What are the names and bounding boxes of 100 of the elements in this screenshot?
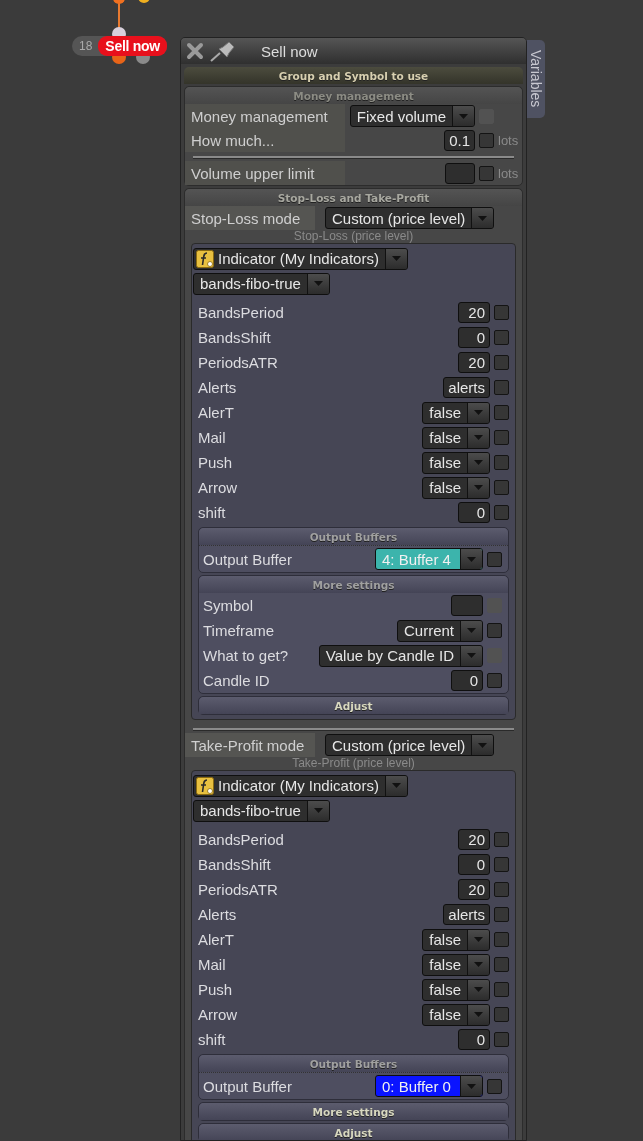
indicator-dropdown[interactable]: Indicator (My Indicators) [193, 247, 408, 270]
checkbox[interactable] [487, 551, 502, 567]
close-icon[interactable] [185, 41, 205, 61]
dropdown[interactable]: false [422, 1003, 490, 1026]
group-header[interactable]: Adjust [199, 697, 508, 714]
dropdown[interactable]: false [422, 978, 490, 1001]
parameter-label: PeriodsATR [198, 881, 278, 898]
dropdown-arrow-icon [313, 281, 323, 286]
input-field[interactable]: 0 [458, 854, 490, 875]
checkbox[interactable] [494, 355, 509, 370]
pin-icon[interactable] [209, 39, 237, 63]
parameter-label: Alerts [198, 379, 237, 396]
dropdown[interactable]: bands-fibo-true [193, 799, 330, 822]
checkbox[interactable] [494, 882, 509, 897]
checkbox[interactable] [494, 480, 509, 495]
dropdown[interactable]: bands-fibo-true [193, 272, 330, 295]
group-header[interactable]: Group and Symbol to use [184, 67, 523, 84]
field-label: How much... [185, 128, 345, 152]
variables-tab[interactable]: Variables [526, 40, 545, 118]
buffer-dropdown[interactable]: 0: Buffer 0 [375, 1075, 483, 1097]
parameter-label: Mail [198, 956, 226, 973]
input-field[interactable]: 20 [458, 302, 490, 323]
dropdown[interactable]: false [422, 953, 490, 976]
dropdown[interactable]: false [422, 426, 490, 449]
dropdown-arrow-icon [474, 987, 483, 992]
input-field[interactable]: 0 [458, 1029, 490, 1050]
checkbox[interactable] [494, 932, 509, 947]
input-field[interactable]: 0 [458, 327, 490, 348]
parameter-label: Alerts [198, 906, 237, 923]
dropdown-arrow-icon [467, 653, 476, 658]
dropdown-arrow-icon [459, 113, 468, 119]
dropdown-arrow-icon [467, 556, 476, 562]
dropdown-arrow-icon [474, 962, 483, 967]
section-caption: Stop-Loss (price level) [292, 230, 415, 243]
checkbox[interactable] [494, 1032, 509, 1047]
input-field[interactable]: 0.1 [444, 129, 475, 151]
field-label: Money management [185, 104, 345, 128]
dropdown[interactable]: false [422, 928, 490, 951]
input-field[interactable]: alerts [443, 377, 490, 398]
dropdown[interactable]: Custom (price level) [325, 734, 495, 756]
checkbox[interactable] [479, 132, 494, 148]
input-field[interactable] [445, 162, 475, 184]
dropdown-arrow-icon [474, 435, 483, 440]
window-title: Sell now [261, 42, 318, 60]
input-field[interactable]: 0 [451, 670, 483, 691]
checkbox[interactable] [487, 1078, 502, 1094]
input-field[interactable] [451, 595, 483, 616]
parameter-label: BandsShift [198, 856, 271, 873]
dropdown[interactable]: false [422, 476, 490, 499]
dropdown[interactable]: Value by Candle ID [318, 644, 483, 667]
section-header[interactable]: Stop-Loss and Take-Profit [185, 189, 522, 206]
checkbox[interactable] [494, 1007, 509, 1022]
dropdown[interactable]: Current [396, 619, 483, 642]
parameter-label: What to get? [203, 647, 289, 664]
parameter-label: PeriodsATR [198, 354, 278, 371]
checkbox[interactable] [494, 455, 509, 470]
dropdown-arrow-icon [313, 808, 323, 813]
indicator-dropdown[interactable]: Indicator (My Indicators) [193, 774, 408, 797]
checkbox[interactable] [494, 832, 509, 847]
input-field[interactable]: 20 [458, 879, 490, 900]
checkbox[interactable] [487, 623, 502, 638]
section-caption: Take-Profit (price level) [291, 757, 416, 770]
checkbox[interactable] [494, 982, 509, 997]
dropdown[interactable]: Custom (price level) [325, 207, 495, 229]
function-icon [196, 776, 214, 795]
checkbox[interactable] [494, 907, 509, 922]
checkbox[interactable] [494, 380, 509, 395]
input-field[interactable]: 0 [458, 502, 490, 523]
mode-label: Stop-Loss mode [185, 206, 315, 230]
field-label: Volume upper limit [185, 161, 345, 185]
node-title: Sell now [98, 36, 167, 56]
checkbox[interactable] [487, 673, 502, 688]
group-header[interactable]: Adjust [199, 1124, 508, 1140]
parameter-label: Symbol [203, 597, 254, 614]
dropdown[interactable]: false [422, 401, 490, 424]
dropdown-arrow-icon [467, 1083, 476, 1089]
checkbox[interactable] [494, 330, 509, 345]
node-badge[interactable]: 18 Sell now [72, 36, 167, 56]
checkbox[interactable] [494, 505, 509, 520]
checkbox[interactable] [494, 405, 509, 420]
input-field[interactable]: 20 [458, 829, 490, 850]
parameter-label: Output Buffer [203, 1077, 292, 1095]
parameter-label: Output Buffer [203, 550, 292, 568]
checkbox[interactable] [494, 957, 509, 972]
dropdown[interactable]: Fixed volume [349, 105, 475, 127]
input-field[interactable]: 20 [458, 352, 490, 373]
parameter-label: shift [198, 504, 226, 521]
dropdown-arrow-icon [474, 1012, 483, 1017]
parameter-label: Push [198, 454, 233, 471]
input-field[interactable]: alerts [443, 904, 490, 925]
checkbox[interactable] [494, 857, 509, 872]
checkbox[interactable] [479, 165, 494, 181]
dropdown-arrow-icon [391, 256, 401, 261]
checkbox[interactable] [494, 430, 509, 445]
checkbox[interactable] [494, 305, 509, 320]
parameter-label: shift [198, 1031, 226, 1048]
dropdown[interactable]: false [422, 451, 490, 474]
dropdown-arrow-icon [467, 628, 476, 633]
dropdown-arrow-icon [474, 460, 483, 465]
group-header[interactable]: More settings [199, 1103, 508, 1120]
